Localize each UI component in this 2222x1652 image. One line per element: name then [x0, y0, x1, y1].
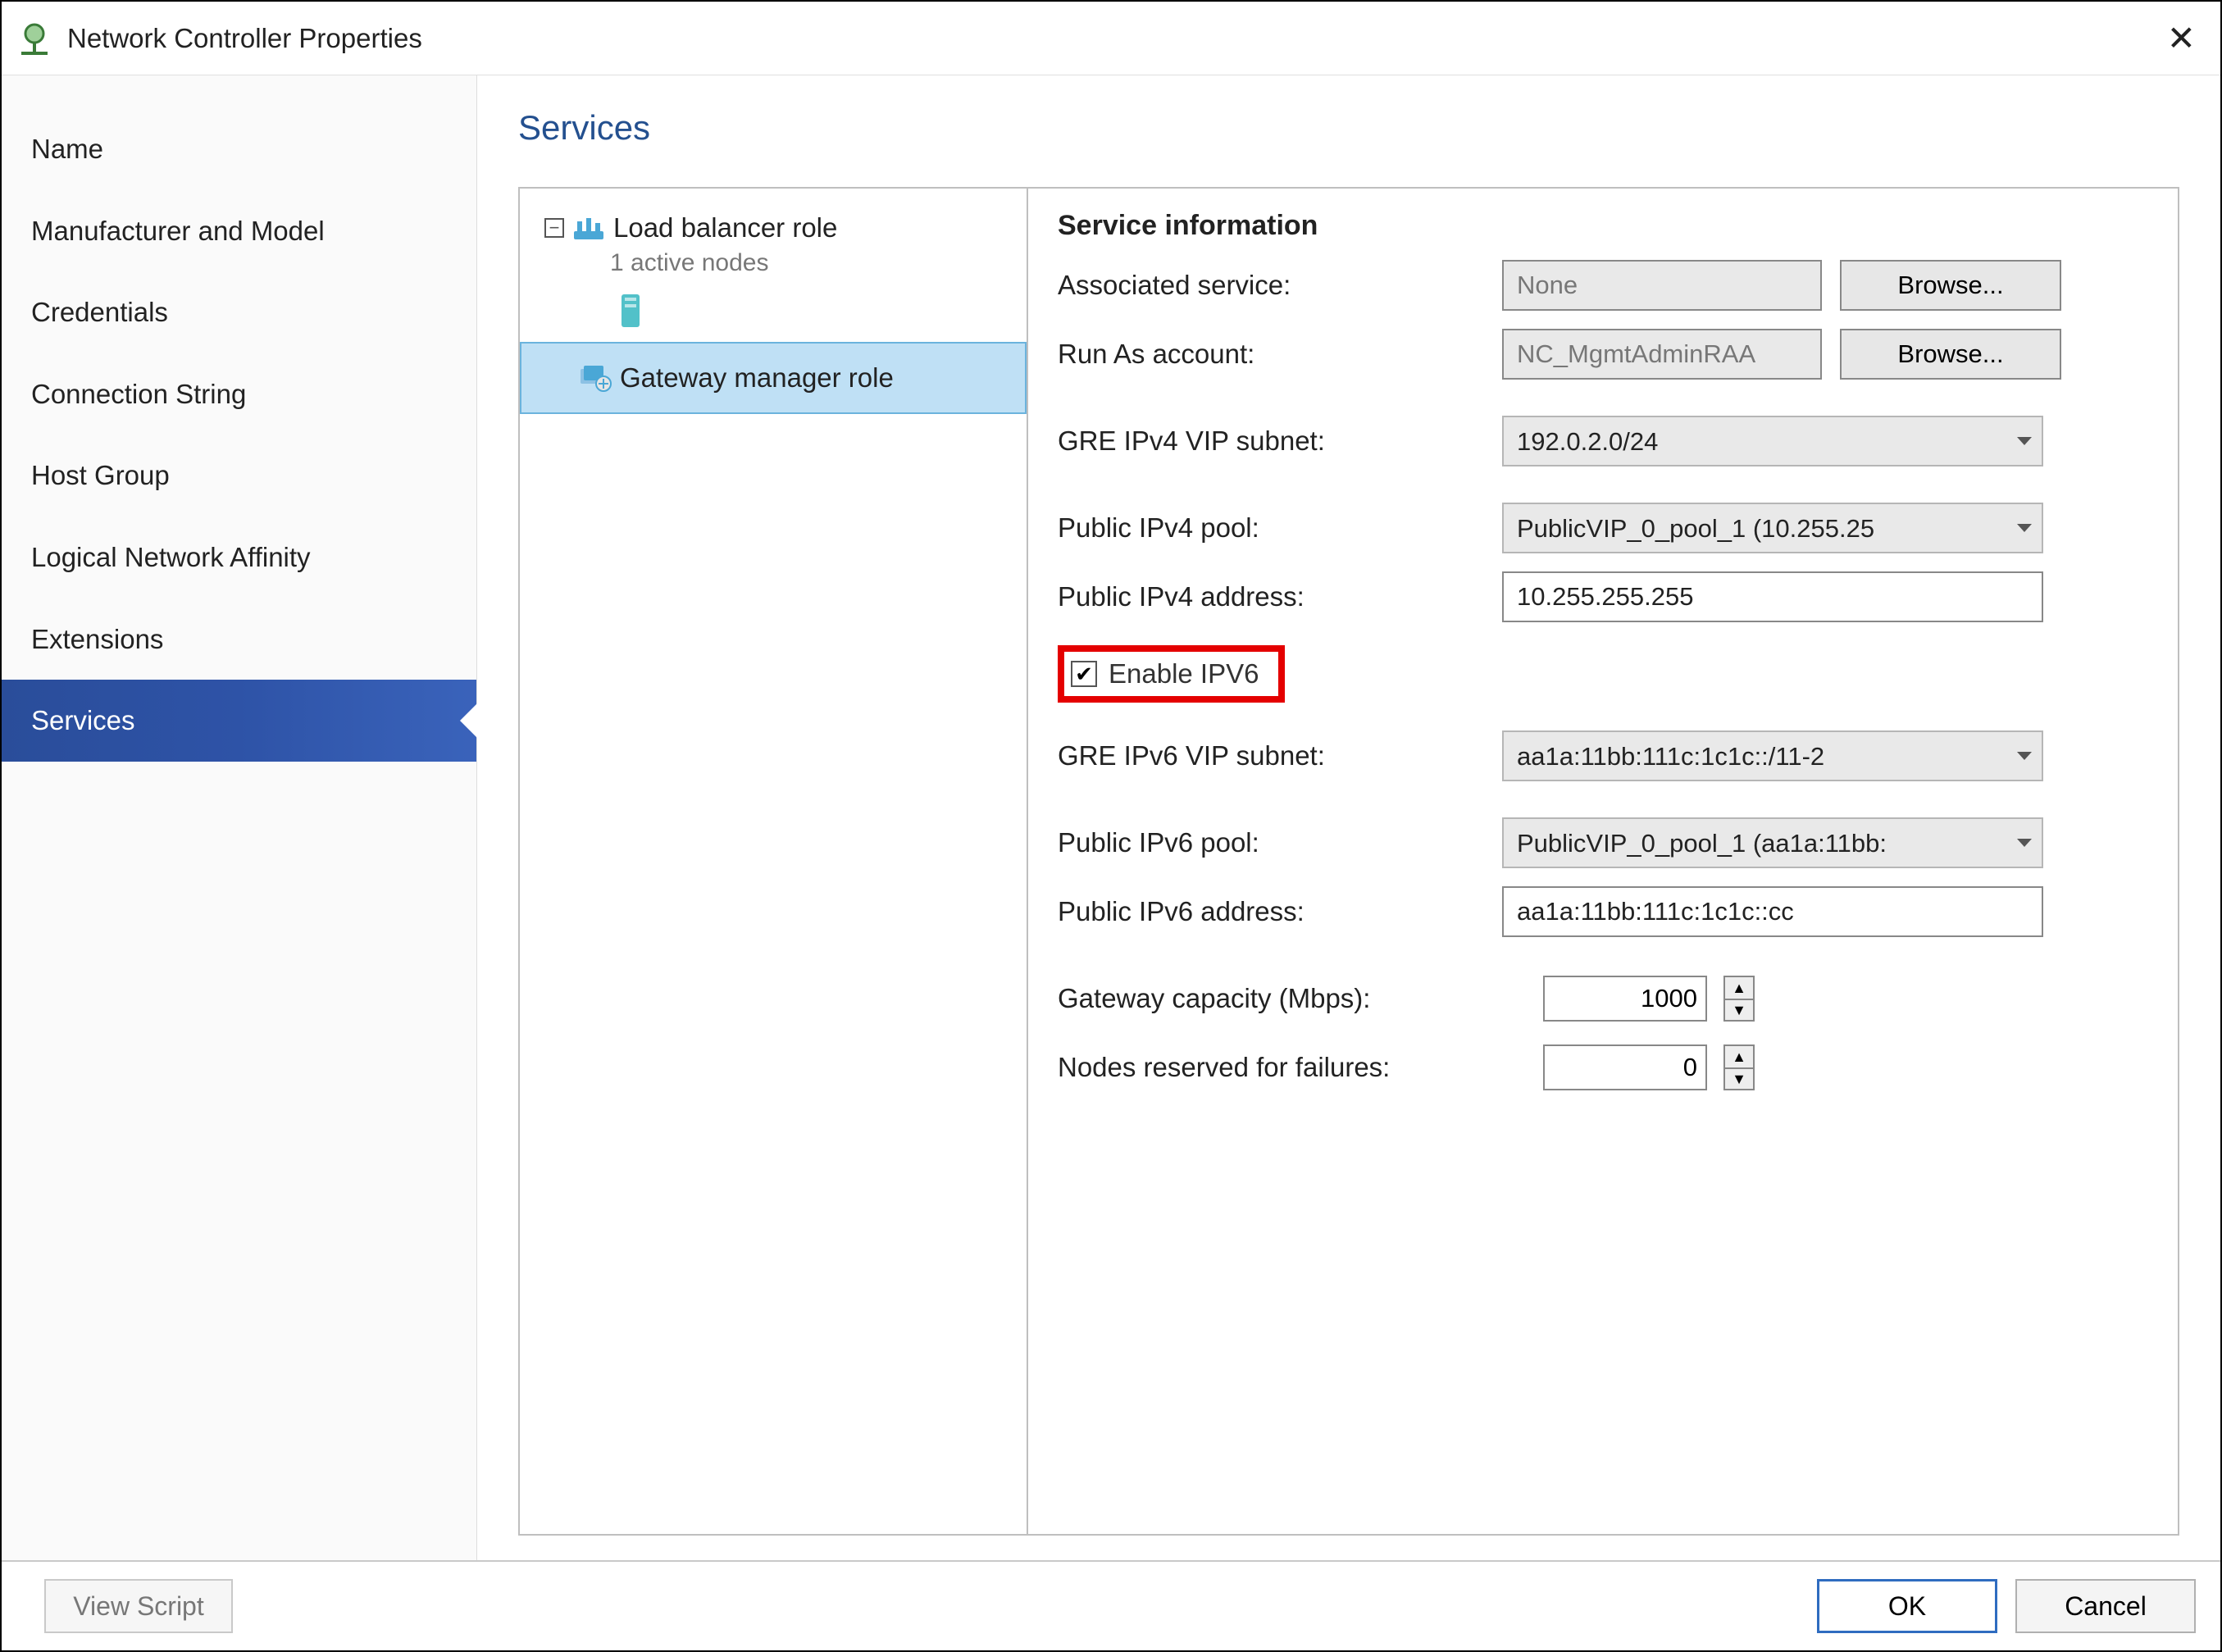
browse-service-button[interactable]: Browse...	[1840, 260, 2061, 311]
row-gateway-capacity: Gateway capacity (Mbps): ▲ ▼	[1058, 973, 2148, 1024]
spinner-up-icon[interactable]: ▲	[1723, 1044, 1755, 1067]
nav-item-connection-string[interactable]: Connection String	[2, 353, 476, 435]
tree-node-load-balancer[interactable]: − Load balancer role	[520, 205, 1027, 344]
main-title: Services	[518, 108, 2179, 148]
row-run-as: Run As account: Browse...	[1058, 329, 2148, 380]
row-nodes-reserved: Nodes reserved for failures: ▲ ▼	[1058, 1042, 2148, 1093]
label-gateway-capacity: Gateway capacity (Mbps):	[1058, 983, 1525, 1014]
spinner-up-icon[interactable]: ▲	[1723, 976, 1755, 999]
service-info-form: Service information Associated service: …	[1028, 189, 2178, 1534]
dialog-window: Network Controller Properties ✕ Name Man…	[0, 0, 2222, 1652]
cancel-button[interactable]: Cancel	[2015, 1579, 2196, 1633]
row-associated-service: Associated service: Browse...	[1058, 260, 2148, 311]
titlebar: Network Controller Properties ✕	[2, 2, 2220, 75]
sidebar: Name Manufacturer and Model Credentials …	[2, 75, 477, 1560]
label-public-ipv6-pool: Public IPv6 pool:	[1058, 827, 1484, 858]
main-content: Services −	[477, 75, 2220, 1560]
dialog-footer: View Script OK Cancel	[2, 1560, 2220, 1650]
row-gre-ipv4: GRE IPv4 VIP subnet: 192.0.2.0/24	[1058, 416, 2148, 466]
gateway-manager-icon	[579, 364, 612, 392]
input-nodes-reserved[interactable]	[1543, 1044, 1707, 1090]
label-gre-ipv4: GRE IPv4 VIP subnet:	[1058, 426, 1484, 457]
browse-runas-button[interactable]: Browse...	[1840, 329, 2061, 380]
dialog-body: Name Manufacturer and Model Credentials …	[2, 75, 2220, 1560]
input-run-as	[1502, 329, 1822, 380]
label-nodes-reserved: Nodes reserved for failures:	[1058, 1052, 1525, 1083]
input-gateway-capacity[interactable]	[1543, 976, 1707, 1022]
window-title: Network Controller Properties	[67, 23, 2159, 54]
select-public-ipv6-pool[interactable]: PublicVIP_0_pool_1 (aa1a:11bb:	[1502, 817, 2043, 868]
nav-item-logical-network-affinity[interactable]: Logical Network Affinity	[2, 517, 476, 598]
form-heading: Service information	[1058, 210, 2148, 242]
nav-item-services[interactable]: Services	[2, 680, 476, 762]
nav-item-name[interactable]: Name	[2, 108, 476, 190]
nav-item-credentials[interactable]: Credentials	[2, 271, 476, 353]
label-public-ipv4-addr: Public IPv4 address:	[1058, 581, 1484, 612]
row-public-ipv4-pool: Public IPv4 pool: PublicVIP_0_pool_1 (10…	[1058, 503, 2148, 553]
node-icon	[544, 293, 1018, 339]
select-gre-ipv6[interactable]: aa1a:11bb:111c:1c1c::/11-2	[1502, 730, 2043, 781]
role-tree: − Load balancer role	[520, 189, 1028, 1534]
row-public-ipv6-addr: Public IPv6 address:	[1058, 886, 2148, 937]
select-gre-ipv4[interactable]: 192.0.2.0/24	[1502, 416, 2043, 466]
row-public-ipv4-addr: Public IPv4 address:	[1058, 571, 2148, 622]
input-associated-service	[1502, 260, 1822, 311]
row-gre-ipv6: GRE IPv6 VIP subnet: aa1a:11bb:111c:1c1c…	[1058, 730, 2148, 781]
highlight-enable-ipv6: ✔ Enable IPV6	[1058, 645, 1285, 703]
spinner-gateway-capacity: ▲ ▼	[1723, 976, 1755, 1022]
label-associated-service: Associated service:	[1058, 270, 1484, 301]
spinner-down-icon[interactable]: ▼	[1723, 1067, 1755, 1090]
row-enable-ipv6: ✔ Enable IPV6	[1058, 645, 2148, 703]
checkbox-enable-ipv6[interactable]: ✔	[1071, 661, 1097, 687]
services-panel: − Load balancer role	[518, 187, 2179, 1536]
tree-subtitle: 1 active nodes	[544, 247, 1018, 280]
load-balancer-icon	[572, 215, 605, 241]
tree-expander-icon[interactable]: −	[544, 218, 564, 238]
label-run-as: Run As account:	[1058, 339, 1484, 370]
tree-node-gateway-manager[interactable]: Gateway manager role	[520, 342, 1027, 415]
row-public-ipv6-pool: Public IPv6 pool: PublicVIP_0_pool_1 (aa…	[1058, 817, 2148, 868]
label-gre-ipv6: GRE IPv6 VIP subnet:	[1058, 740, 1484, 771]
view-script-button[interactable]: View Script	[44, 1579, 233, 1633]
nav-item-host-group[interactable]: Host Group	[2, 435, 476, 517]
ok-button[interactable]: OK	[1817, 1579, 1997, 1633]
input-public-ipv4-addr[interactable]	[1502, 571, 2043, 622]
tree-label: Gateway manager role	[620, 360, 894, 397]
label-public-ipv4-pool: Public IPv4 pool:	[1058, 512, 1484, 544]
close-icon[interactable]: ✕	[2159, 18, 2204, 58]
label-enable-ipv6: Enable IPV6	[1109, 658, 1259, 689]
select-public-ipv4-pool[interactable]: PublicVIP_0_pool_1 (10.255.25	[1502, 503, 2043, 553]
spinner-nodes-reserved: ▲ ▼	[1723, 1044, 1755, 1090]
input-public-ipv6-addr[interactable]	[1502, 886, 2043, 937]
nav-item-manufacturer[interactable]: Manufacturer and Model	[2, 190, 476, 272]
tree-label: Load balancer role	[613, 210, 837, 247]
app-icon	[18, 22, 51, 55]
label-public-ipv6-addr: Public IPv6 address:	[1058, 896, 1484, 927]
spinner-down-icon[interactable]: ▼	[1723, 999, 1755, 1022]
nav-item-extensions[interactable]: Extensions	[2, 598, 476, 680]
